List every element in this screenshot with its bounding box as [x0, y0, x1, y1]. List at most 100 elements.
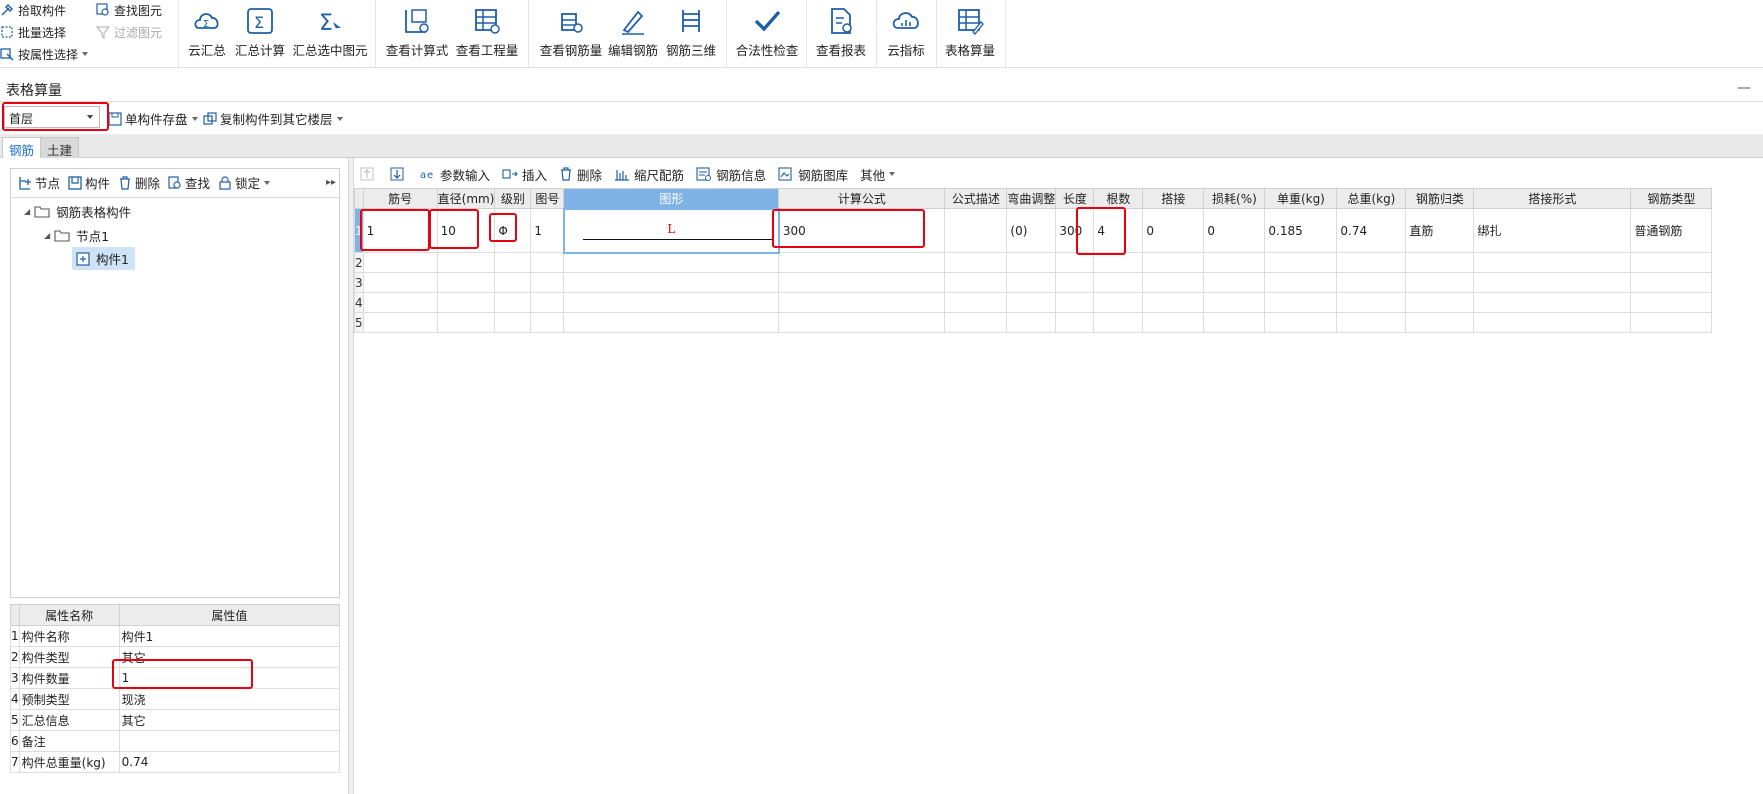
grid-cell[interactable]	[1093, 272, 1144, 293]
column-header[interactable]: 图形	[563, 188, 780, 209]
grid-cell[interactable]	[1006, 272, 1057, 293]
floor-select[interactable]: 首层	[4, 106, 100, 128]
grid-cell[interactable]	[1203, 312, 1266, 333]
grid-cell[interactable]	[563, 292, 780, 313]
column-header[interactable]: 级别	[494, 188, 532, 209]
row-number[interactable]: 1	[354, 208, 364, 253]
grid-cell[interactable]	[1093, 312, 1144, 333]
grid-cell[interactable]	[1055, 252, 1095, 273]
minimize-button[interactable]: —	[1737, 80, 1751, 96]
grid-cell[interactable]: 4	[1093, 208, 1144, 253]
grid-cell[interactable]	[1142, 252, 1205, 273]
move-down-button[interactable]	[390, 167, 408, 181]
grid-cell[interactable]	[944, 252, 1008, 273]
rebar-info-button[interactable]: 钢筋信息	[696, 165, 766, 184]
grid-cell[interactable]: 1	[362, 208, 438, 253]
grid-cell[interactable]	[1405, 252, 1475, 273]
grid-cell[interactable]	[1336, 292, 1407, 313]
grid-cell[interactable]	[1093, 292, 1144, 313]
select-by-attr-button[interactable]: 按属性选择	[0, 44, 89, 64]
tree-leaf-selected[interactable]: 构件1	[72, 247, 135, 270]
sum-selected-button[interactable]: Σ 汇总选中图元	[292, 0, 368, 60]
grid-cell[interactable]	[1055, 272, 1095, 293]
grid-cell[interactable]	[362, 252, 438, 273]
grid-cell[interactable]	[1142, 292, 1205, 313]
grid-cell[interactable]	[1336, 272, 1407, 293]
grid-cell[interactable]	[1336, 252, 1407, 273]
grid-cell[interactable]: (0)	[1006, 208, 1057, 253]
grid-cell[interactable]	[494, 292, 532, 313]
grid-cell[interactable]	[436, 312, 496, 333]
grid-cell[interactable]	[436, 292, 496, 313]
table-row[interactable]: 2	[354, 252, 1713, 273]
row-number[interactable]: 3	[354, 272, 364, 293]
grid-cell[interactable]: 0	[1142, 208, 1205, 253]
property-row[interactable]: 5 汇总信息 其它	[10, 709, 341, 731]
add-component-button[interactable]: 构件	[68, 173, 110, 192]
column-header[interactable]: 钢筋归类	[1405, 188, 1475, 209]
grid-cell[interactable]	[1006, 312, 1057, 333]
grid-cell[interactable]	[494, 272, 532, 293]
grid-cell[interactable]	[1630, 292, 1713, 313]
row-number[interactable]: 5	[354, 312, 364, 333]
view-quantity-button[interactable]: 查看工程量	[454, 0, 520, 60]
grid-cell[interactable]	[436, 252, 496, 273]
table-row[interactable]: 5	[354, 312, 1713, 333]
tab-rebar[interactable]: 钢筋	[2, 137, 42, 158]
view-rebar-button[interactable]: 查看钢筋量	[538, 0, 604, 60]
grid-cell[interactable]: 绑扎	[1473, 208, 1632, 253]
grid-cell[interactable]	[1264, 252, 1338, 273]
row-number[interactable]: 4	[354, 292, 364, 313]
grid-cell[interactable]	[1142, 312, 1205, 333]
table-row[interactable]: 1 1 10 Φ 1 L 300 (0) 300 4 0 0 0.185 0.74 直筋 绑扎 普通钢筋	[354, 207, 1713, 254]
column-header[interactable]: 根数	[1093, 188, 1144, 209]
grid-cell[interactable]	[1006, 252, 1057, 273]
table-calc-button[interactable]: 表格算量	[942, 0, 998, 60]
grid-cell[interactable]	[1006, 292, 1057, 313]
grid-cell[interactable]	[563, 272, 780, 293]
grid-cell[interactable]: Φ	[494, 208, 532, 253]
grid-cell[interactable]	[1203, 292, 1266, 313]
pick-component-button[interactable]: 拾取构件	[0, 0, 66, 20]
cloud-index-button[interactable]: 云指标	[882, 0, 930, 60]
copy-to-floor-button[interactable]: 复制构件到其它楼层	[203, 109, 343, 128]
grid-cell[interactable]	[1630, 312, 1713, 333]
grid-cell[interactable]	[362, 272, 438, 293]
grid-cell[interactable]: 普通钢筋	[1630, 208, 1713, 253]
column-header[interactable]: 筋号	[362, 188, 438, 209]
grid-cell[interactable]	[530, 312, 565, 333]
grid-cell[interactable]	[944, 208, 1008, 253]
column-header[interactable]: 长度	[1055, 188, 1095, 209]
property-row[interactable]: 1 构件名称 构件1	[10, 625, 341, 647]
grid-cell[interactable]: 直筋	[1405, 208, 1475, 253]
grid-cell[interactable]: 0.185	[1264, 208, 1338, 253]
column-header[interactable]: 损耗(%)	[1203, 188, 1266, 209]
property-row[interactable]: 3 构件数量 1	[10, 667, 341, 689]
edit-rebar-button[interactable]: 编辑钢筋	[606, 0, 660, 60]
grid-cell[interactable]	[1336, 312, 1407, 333]
table-row[interactable]: 3	[354, 272, 1713, 293]
column-header[interactable]: 搭接	[1142, 188, 1205, 209]
grid-cell[interactable]	[1203, 252, 1266, 273]
grid-cell[interactable]	[563, 252, 780, 273]
property-value[interactable]: 现浇	[118, 688, 341, 710]
grid-cell[interactable]	[563, 312, 780, 333]
rebar-3d-button[interactable]: 钢筋三维	[664, 0, 718, 60]
property-value[interactable]: 0.74	[118, 751, 341, 773]
grid-cell[interactable]	[1473, 252, 1632, 273]
property-value[interactable]: 其它	[118, 646, 341, 668]
legality-check-button[interactable]: 合法性检查	[734, 0, 800, 60]
column-header[interactable]: 弯曲调整	[1006, 188, 1057, 209]
save-single-component-button[interactable]: 单构件存盘	[108, 109, 198, 128]
view-formula-button[interactable]: 查看计算式	[384, 0, 450, 60]
tab-civil[interactable]: 土建	[40, 137, 80, 158]
rebar-library-button[interactable]: 钢筋图库	[778, 165, 848, 184]
grid-cell[interactable]	[944, 272, 1008, 293]
grid-cell[interactable]	[494, 312, 532, 333]
batch-select-button[interactable]: 批量选择	[0, 22, 66, 42]
grid-cell[interactable]	[1142, 272, 1205, 293]
grid-cell[interactable]	[1203, 272, 1266, 293]
delete-button[interactable]: 删除	[118, 173, 160, 192]
property-value[interactable]	[118, 730, 341, 752]
tree-node[interactable]: ◢ 节点1	[44, 226, 109, 245]
